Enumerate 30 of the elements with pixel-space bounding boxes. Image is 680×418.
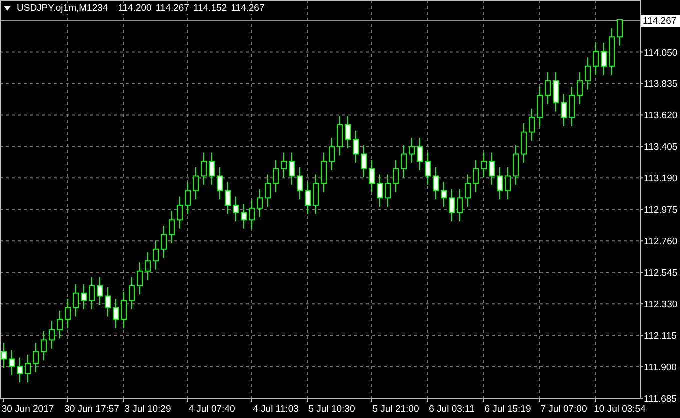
dropdown-triangle-icon[interactable] xyxy=(4,6,11,11)
y-axis-label: 113.190 xyxy=(644,174,678,185)
y-axis-label: 111.900 xyxy=(644,362,677,374)
y-axis-label: 114.050 xyxy=(644,48,678,59)
ohlc-value: 114.200 xyxy=(118,3,152,14)
x-axis-label: 3 Jul 10:29 xyxy=(124,404,172,415)
ohlc-value: 114.267 xyxy=(231,3,265,14)
ohlc-value: 114.152 xyxy=(193,3,228,14)
symbol-title: USDJPY.oj1m,M1234 xyxy=(17,3,108,14)
y-axis-label: 112.115 xyxy=(644,331,677,342)
x-axis-label: 6 Jul 03:11 xyxy=(429,404,475,415)
current-price-label: 114.267 xyxy=(641,15,680,27)
x-axis-label: 30 Jun 2017 xyxy=(2,404,54,415)
y-axis-label: 111.685 xyxy=(644,394,677,405)
x-axis-label: 4 Jul 07:40 xyxy=(188,404,236,415)
x-axis-label: 5 Jul 21:00 xyxy=(372,404,420,415)
x-axis-label: 6 Jul 15:19 xyxy=(484,404,532,415)
y-axis-label: 113.835 xyxy=(644,79,678,90)
y-axis-label: 113.620 xyxy=(644,110,678,122)
y-axis-label: 113.405 xyxy=(644,142,678,154)
x-axis-label: 30 Jun 17:57 xyxy=(64,404,120,415)
y-axis-label: 112.545 xyxy=(644,268,678,280)
x-axis-label: 4 Jul 11:03 xyxy=(253,404,299,415)
ohlc-value: 114.267 xyxy=(156,3,190,14)
x-axis-label: 7 Jul 07:00 xyxy=(540,404,588,415)
y-axis-label: 112.760 xyxy=(644,236,678,248)
y-axis-label: 112.975 xyxy=(644,205,678,216)
y-axis-label: 112.330 xyxy=(644,300,678,311)
x-axis-label: 5 Jul 10:30 xyxy=(308,404,356,415)
x-axis-label: 10 Jul 03:54 xyxy=(594,404,646,415)
